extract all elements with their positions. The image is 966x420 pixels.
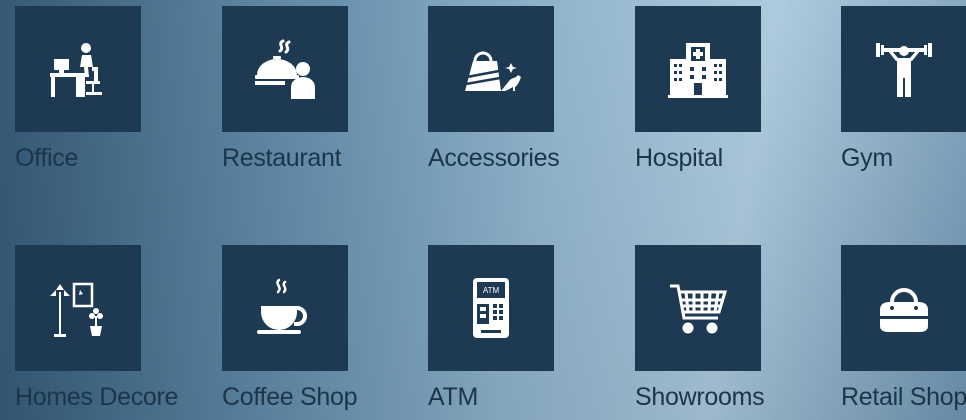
coffee-cup-icon [257,278,307,334]
home-decor-icon [50,282,103,337]
tile-icon-box [841,6,966,132]
category-tile-homes-decore[interactable]: Homes Decore [15,245,215,411]
svg-text:ATM: ATM [483,286,500,295]
handbag-icon [880,288,928,332]
category-tile-showrooms[interactable]: Showrooms [635,245,835,411]
category-label: Coffee Shop [222,383,358,411]
category-label: Homes Decore [15,383,179,411]
tile-icon-box [635,245,761,371]
category-label: Showrooms [635,383,765,411]
tile-icon-box [222,245,348,371]
category-grid: Office Restaurant Accessories Hospital G… [15,6,966,420]
shopping-cart-icon [670,284,728,334]
category-tile-coffee-shop[interactable]: Coffee Shop [222,245,422,411]
category-label: Office [15,144,79,172]
gym-dumbbell-icon [876,43,932,97]
tile-icon-box [635,6,761,132]
tile-icon-box [15,245,141,371]
category-label: Accessories [428,144,560,172]
tile-icon-box [841,245,966,371]
tile-icon-box: ATM [428,245,554,371]
restaurant-waiter-icon [255,39,315,99]
category-label: Hospital [635,144,723,172]
tile-icon-box [15,6,141,132]
category-tile-restaurant[interactable]: Restaurant [222,6,422,172]
tile-icon-box [222,6,348,132]
category-tile-accessories[interactable]: Accessories [428,6,628,172]
category-tile-retail-shop[interactable]: Retail Shop [841,245,966,411]
category-label: ATM [428,383,479,411]
category-tile-atm[interactable]: ATM ATM [428,245,628,411]
category-label: Retail Shop [841,383,966,411]
category-tile-office[interactable]: Office [15,6,215,172]
hospital-building-icon [668,43,728,98]
category-label: Restaurant [222,144,342,172]
office-desk-icon [50,43,102,97]
atm-machine-icon: ATM [473,278,509,338]
category-tile-hospital[interactable]: Hospital [635,6,835,172]
category-label: Gym [841,144,893,172]
accessories-bag-heel-icon [465,51,521,91]
tile-icon-box [428,6,554,132]
category-tile-gym[interactable]: Gym [841,6,966,172]
